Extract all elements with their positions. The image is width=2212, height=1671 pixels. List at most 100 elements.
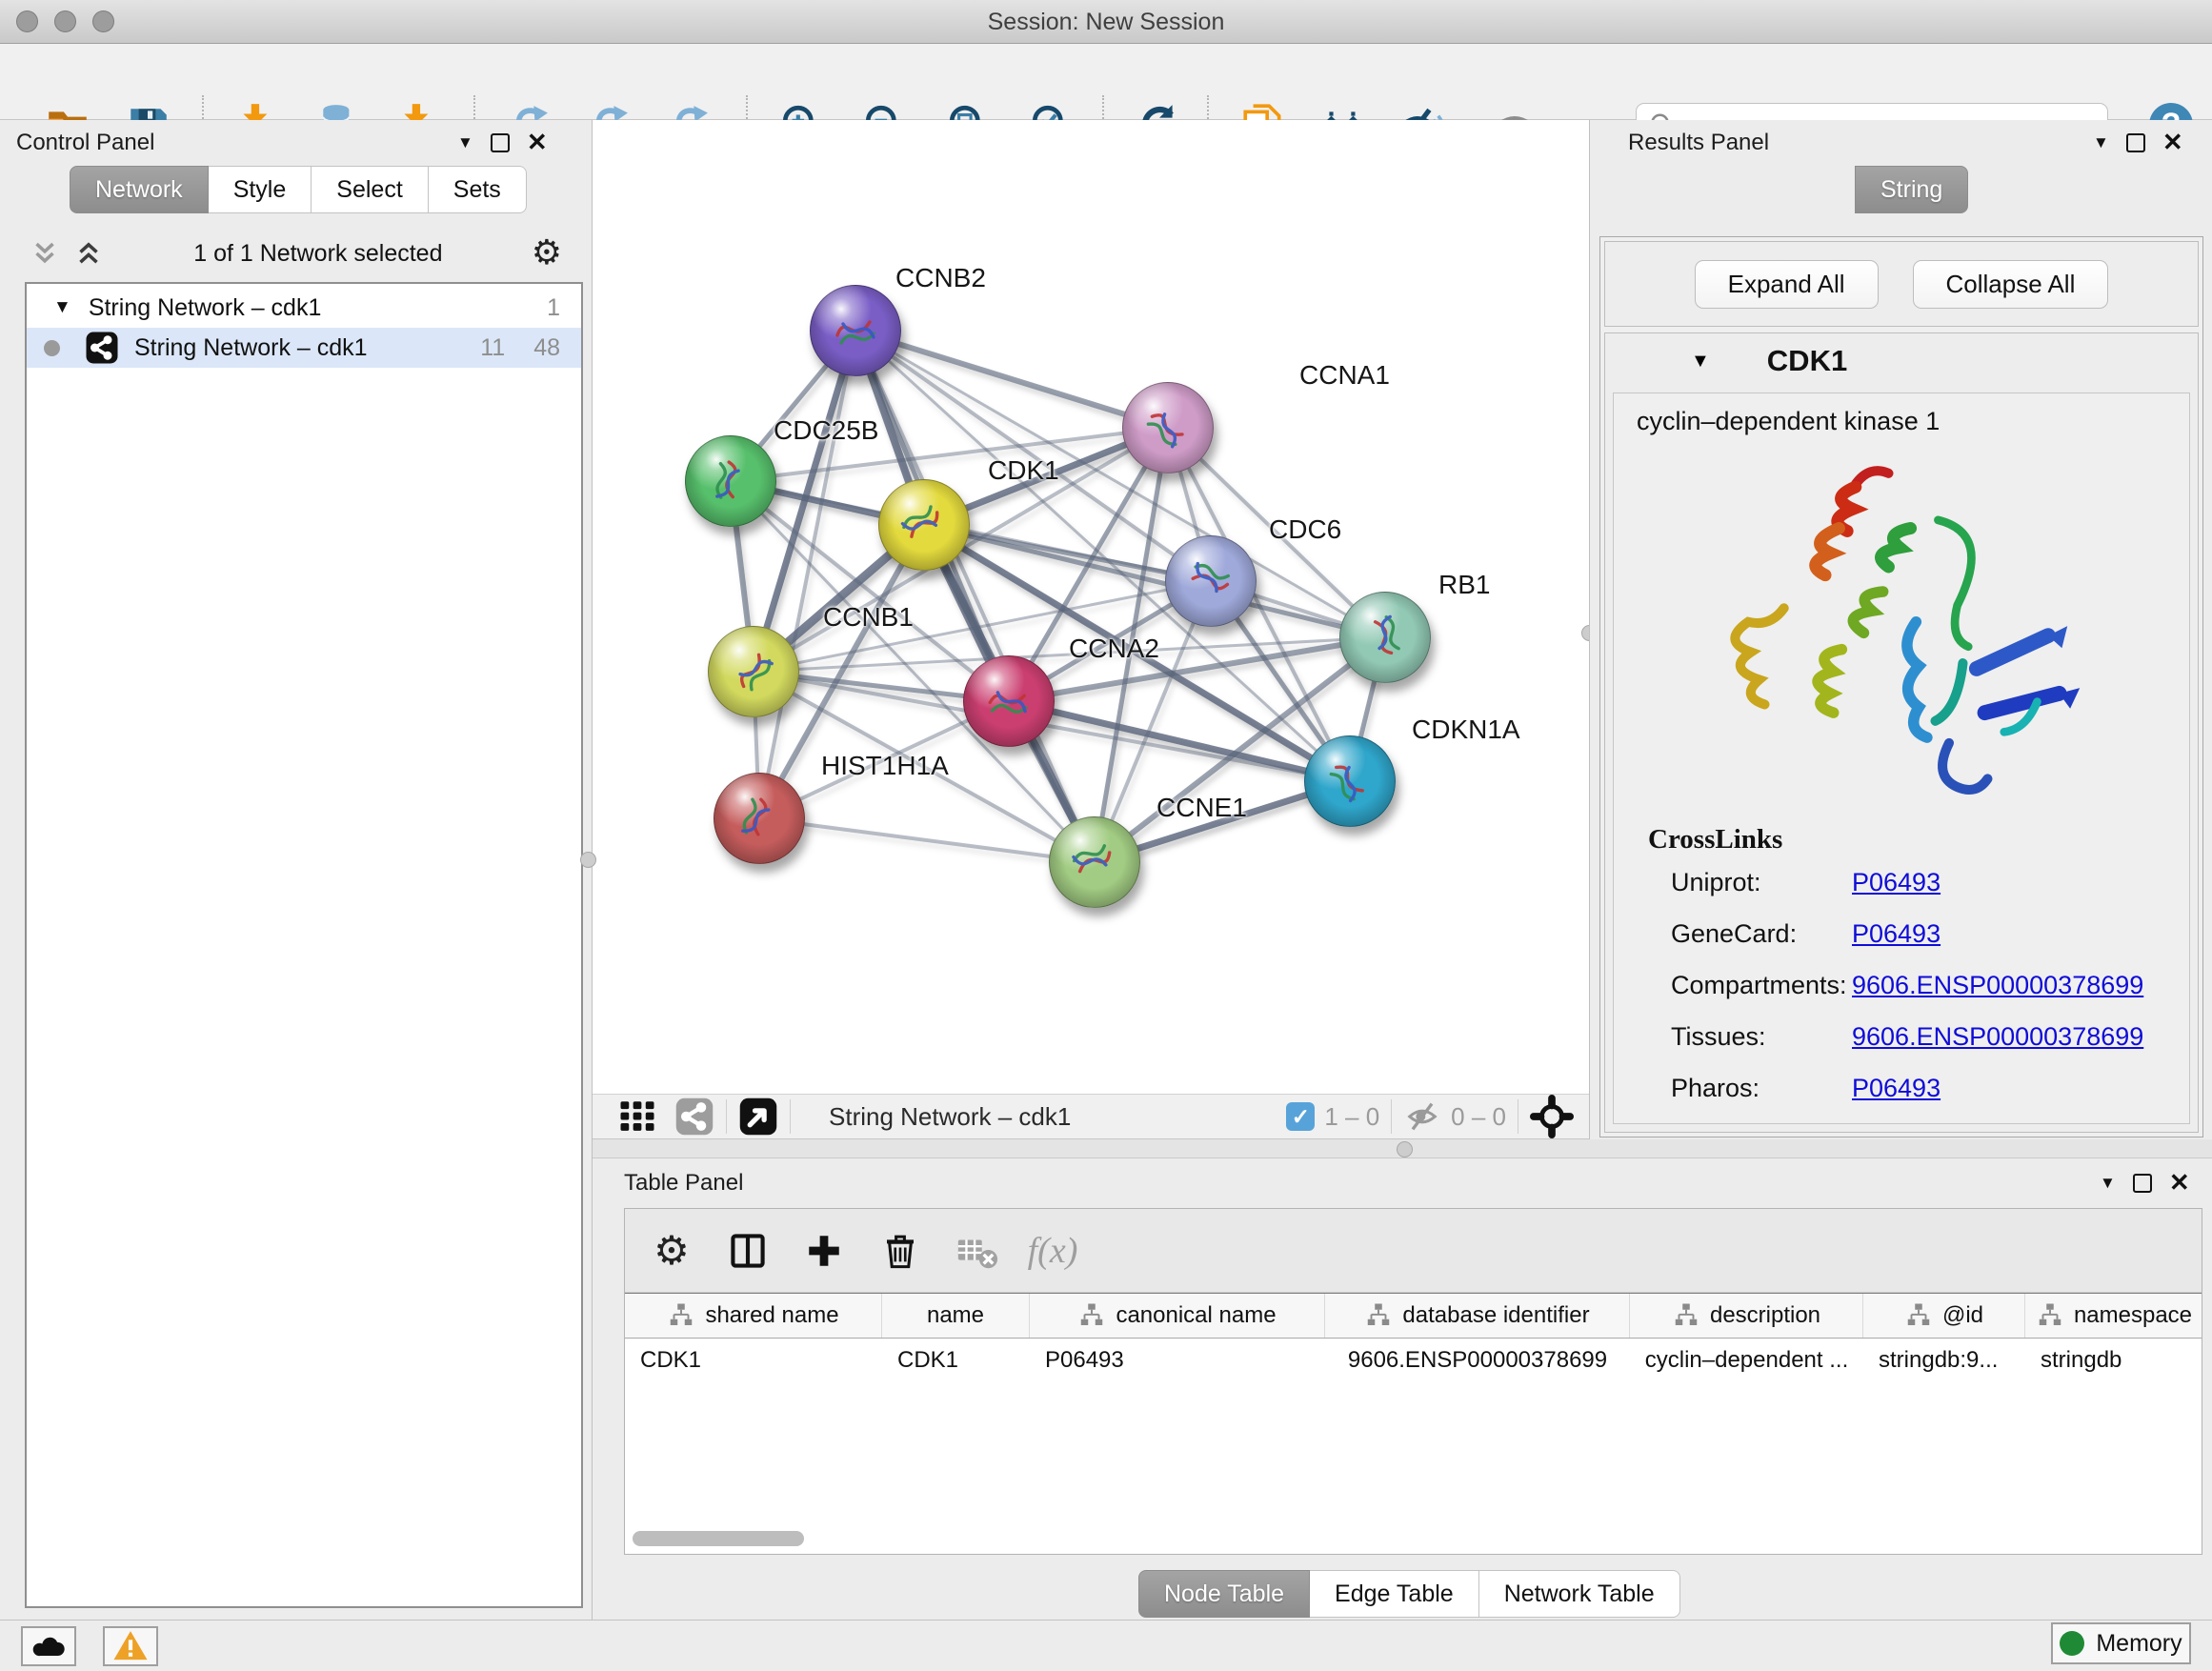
- table-panel-title: Table Panel: [624, 1170, 743, 1197]
- float-panel-icon[interactable]: ▼: [457, 133, 473, 152]
- node-CDC25B[interactable]: [685, 435, 776, 527]
- string-network-icon: [85, 331, 119, 365]
- table-cell[interactable]: cyclin–dependent ...: [1630, 1339, 1863, 1382]
- node-CCNB1[interactable]: [708, 626, 799, 717]
- column-header-canonicalname[interactable]: canonical name: [1030, 1294, 1325, 1338]
- table-options-gear-icon[interactable]: ⚙: [646, 1225, 697, 1277]
- tab-node-table[interactable]: Node Table: [1138, 1570, 1310, 1618]
- column-header-databaseidentifier[interactable]: database identifier: [1325, 1294, 1630, 1338]
- results-panel: Results Panel ▼ ✕ String Expand All Coll…: [1589, 120, 2212, 1139]
- selected-checkbox-icon[interactable]: ✓: [1286, 1102, 1315, 1131]
- fit-content-crosshair-icon[interactable]: [1530, 1095, 1574, 1138]
- node-CCNA1[interactable]: [1122, 382, 1214, 473]
- bottom-divider-handle[interactable]: [1397, 1141, 1413, 1158]
- tab-network-table[interactable]: Network Table: [1479, 1570, 1680, 1618]
- edge-CCNB2-CCNE1[interactable]: [855, 331, 1095, 862]
- card-expander-icon[interactable]: ▼: [1691, 351, 1710, 372]
- network-row[interactable]: String Network – cdk1 11 48: [27, 328, 581, 368]
- crosslink-link[interactable]: 9606.ENSP00000378699: [1852, 971, 2143, 999]
- float-table-icon[interactable]: ▼: [2100, 1174, 2116, 1193]
- table-cell[interactable]: CDK1: [625, 1339, 882, 1382]
- detach-view-icon[interactable]: [738, 1097, 778, 1137]
- float-results-icon[interactable]: ▼: [2093, 133, 2109, 152]
- function-builder-icon[interactable]: f(x): [1027, 1225, 1078, 1277]
- edge-HIST1H1A-CCNE1[interactable]: [759, 818, 1095, 862]
- node-label-CCNB1: CCNB1: [823, 602, 914, 633]
- node-CDK1[interactable]: [878, 479, 970, 571]
- protein-ribbon-thumb: [1063, 833, 1124, 890]
- title-bar: Session: New Session: [0, 0, 2212, 44]
- crosslink-row: Compartments:9606.ENSP00000378699: [1671, 971, 2185, 1022]
- collapse-all-button[interactable]: Collapse All: [1913, 260, 2109, 309]
- node-CDC6[interactable]: [1165, 535, 1257, 627]
- cloud-button[interactable]: [21, 1626, 76, 1666]
- protein-ribbon-thumb: [1318, 752, 1379, 809]
- network-edge-count: 48: [533, 334, 560, 362]
- table-row[interactable]: CDK1CDK1P064939606.ENSP00000378699cyclin…: [625, 1339, 2202, 1382]
- edge-CCNB2-HIST1H1A[interactable]: [759, 331, 855, 818]
- crosslink-link[interactable]: P06493: [1852, 1074, 1941, 1102]
- expand-all-icon[interactable]: [72, 237, 105, 270]
- network-node-count: 11: [480, 334, 505, 362]
- delete-table-icon[interactable]: [951, 1225, 1002, 1277]
- node-CCNB2[interactable]: [810, 285, 901, 376]
- network-collection-row[interactable]: ▼ String Network – cdk1 1: [27, 288, 581, 328]
- node-label-CCNE1: CCNE1: [1156, 793, 1247, 823]
- collapse-all-icon[interactable]: [29, 237, 61, 270]
- table-cell[interactable]: stringdb:9...: [1863, 1339, 2025, 1382]
- node-HIST1H1A[interactable]: [714, 773, 805, 864]
- tab-network[interactable]: Network: [70, 166, 209, 213]
- tab-edge-table[interactable]: Edge Table: [1310, 1570, 1479, 1618]
- table-horizontal-scrollbar[interactable]: [633, 1531, 804, 1546]
- left-divider-handle[interactable]: [580, 852, 596, 868]
- crosslink-row: Pharos:P06493: [1671, 1074, 2185, 1125]
- control-panel-title: Control Panel: [16, 130, 154, 156]
- network-options-gear-icon[interactable]: ⚙: [532, 236, 562, 271]
- delete-column-icon[interactable]: [875, 1225, 926, 1277]
- table-cell[interactable]: P06493: [1030, 1339, 1325, 1382]
- crosslink-label: Pharos:: [1671, 1074, 1852, 1103]
- gene-description: cyclin–dependent kinase 1: [1637, 407, 1940, 436]
- node-RB1[interactable]: [1339, 592, 1431, 683]
- crosslink-row: Tissues:9606.ENSP00000378699: [1671, 1022, 2185, 1074]
- table-cell[interactable]: CDK1: [882, 1339, 1030, 1382]
- column-header-sharedname[interactable]: shared name: [625, 1294, 882, 1338]
- network-view-icon[interactable]: [674, 1097, 714, 1137]
- tab-string[interactable]: String: [1855, 166, 1968, 213]
- show-columns-icon[interactable]: [722, 1225, 774, 1277]
- warnings-button[interactable]: [103, 1626, 158, 1666]
- maximize-results-icon[interactable]: [2126, 133, 2145, 152]
- tab-style[interactable]: Style: [209, 166, 312, 213]
- crosslink-link[interactable]: P06493: [1852, 919, 1941, 948]
- node-CCNA2[interactable]: [963, 655, 1055, 747]
- close-results-icon[interactable]: ✕: [2162, 128, 2183, 157]
- add-column-icon[interactable]: [798, 1225, 850, 1277]
- maximize-panel-icon[interactable]: [491, 133, 510, 152]
- grid-view-icon[interactable]: [617, 1097, 657, 1137]
- node-CCNE1[interactable]: [1049, 816, 1140, 908]
- collection-expander-icon[interactable]: ▼: [53, 297, 71, 318]
- network-canvas[interactable]: CCNB2CCNA1CDC25BCDK1CDC6RB1CCNB1CCNA2CDK…: [593, 120, 1589, 1094]
- network-status-dot: [44, 340, 60, 356]
- tab-select[interactable]: Select: [312, 166, 428, 213]
- maximize-table-icon[interactable]: [2133, 1174, 2152, 1193]
- edge-CCNB2-CCNA1[interactable]: [855, 331, 1168, 428]
- memory-button[interactable]: Memory: [2051, 1622, 2191, 1664]
- column-header-description[interactable]: description: [1630, 1294, 1863, 1338]
- close-table-icon[interactable]: ✕: [2169, 1168, 2190, 1198]
- crosslink-link[interactable]: P06493: [1852, 868, 1941, 896]
- close-panel-icon[interactable]: ✕: [527, 128, 548, 157]
- protein-ribbon-thumb: [1179, 552, 1240, 609]
- column-header-id[interactable]: @id: [1863, 1294, 2025, 1338]
- protein-ribbon-thumb: [722, 642, 783, 699]
- edge-CCNA2-CDKN1A[interactable]: [1009, 701, 1350, 781]
- column-header-name[interactable]: name: [882, 1294, 1030, 1338]
- crosslink-link[interactable]: 9606.ENSP00000378699: [1852, 1022, 2143, 1051]
- hidden-eye-slash-icon: [1403, 1097, 1441, 1136]
- node-CDKN1A[interactable]: [1304, 735, 1396, 827]
- column-header-namespace[interactable]: namespace: [2025, 1294, 2202, 1338]
- tab-sets[interactable]: Sets: [429, 166, 527, 213]
- table-cell[interactable]: stringdb: [2025, 1339, 2202, 1382]
- expand-all-button[interactable]: Expand All: [1695, 260, 1879, 309]
- table-cell[interactable]: 9606.ENSP00000378699: [1325, 1339, 1630, 1382]
